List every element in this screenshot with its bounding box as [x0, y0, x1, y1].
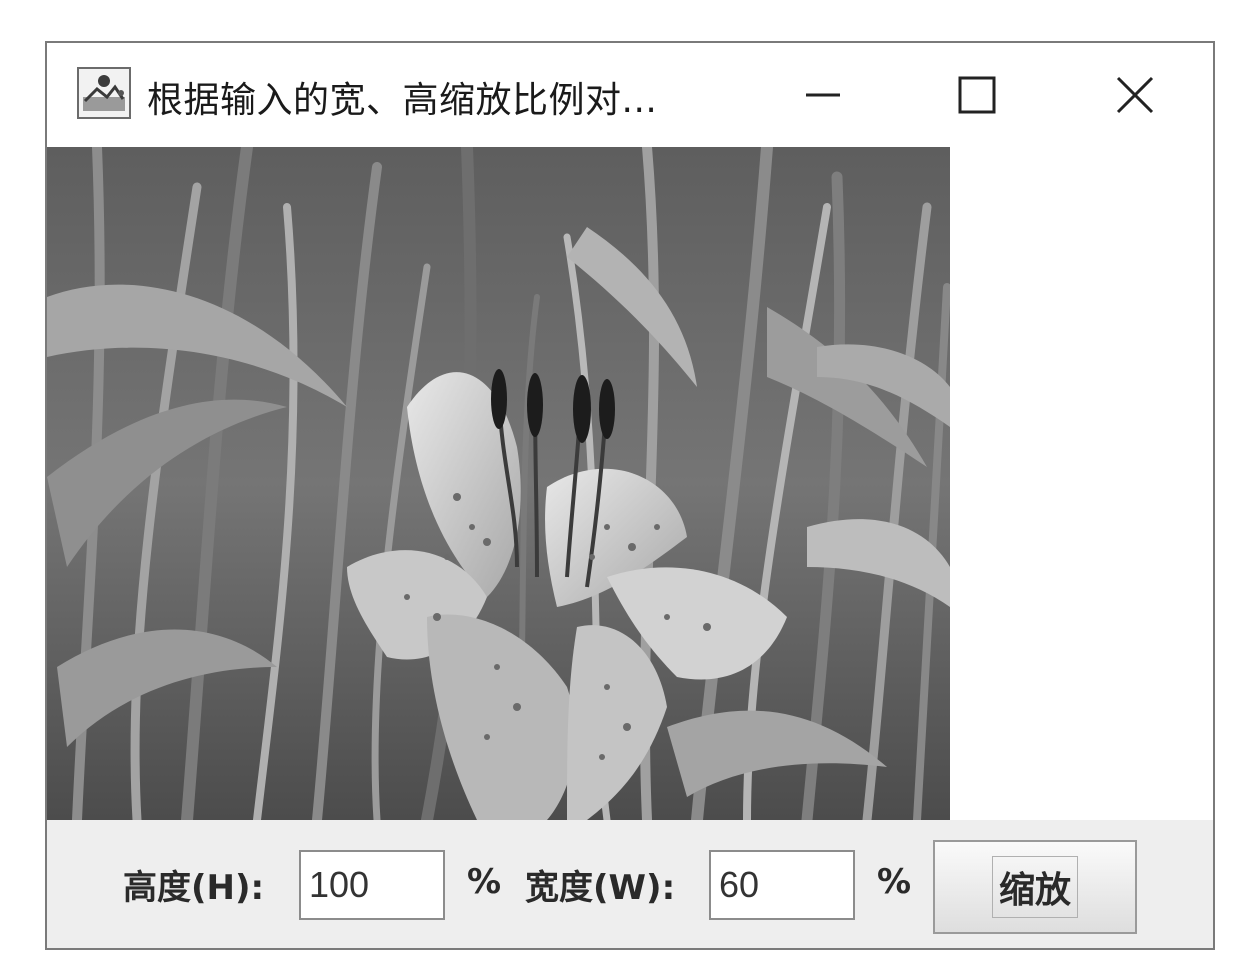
height-input[interactable]: [299, 850, 445, 920]
minimize-button[interactable]: [773, 61, 873, 129]
scaled-image: [47, 147, 950, 820]
minimize-icon: [806, 93, 840, 97]
scale-controls-panel: 高度(H): % 宽度(W): % 缩放: [47, 820, 1213, 948]
width-label: 宽度(W):: [525, 868, 676, 908]
zoom-button-label: 缩放: [991, 856, 1078, 918]
maximize-button[interactable]: [927, 61, 1027, 129]
close-button[interactable]: [1085, 61, 1185, 129]
canvas-blank-area: [950, 147, 1213, 820]
height-percent-label: %: [467, 862, 502, 902]
zoom-button[interactable]: 缩放: [933, 840, 1137, 934]
close-icon: [1116, 76, 1154, 114]
width-percent-label: %: [877, 862, 912, 902]
app-window: 根据输入的宽、高缩放比例对... 高度(H): 100 % 宽度(W): 60 …: [45, 41, 1215, 950]
window-title: 根据输入的宽、高缩放比例对...: [147, 80, 658, 121]
maximize-icon: [958, 76, 996, 114]
height-label: 高度(H):: [123, 868, 265, 908]
title-bar[interactable]: 根据输入的宽、高缩放比例对...: [47, 43, 1213, 147]
app-icon: [77, 67, 131, 119]
width-input[interactable]: [709, 850, 855, 920]
